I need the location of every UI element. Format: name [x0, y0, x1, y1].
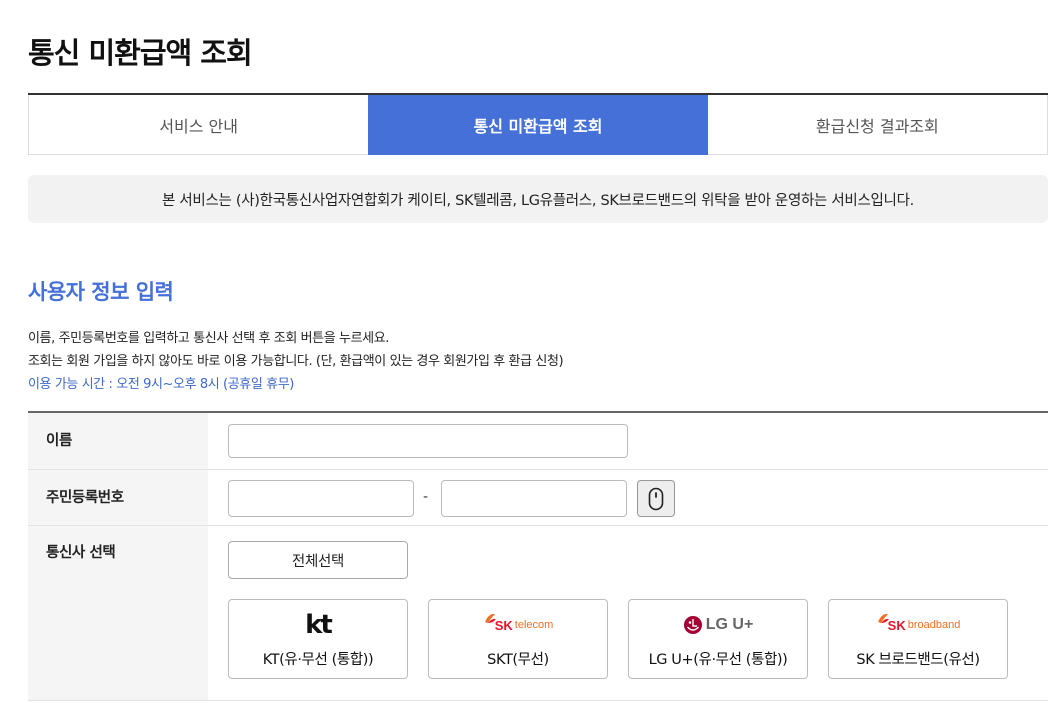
service-hours: 이용 가능 시간 : 오전 9시~오후 8시 (공휴일 휴무): [28, 377, 294, 392]
rrn-second-input[interactable]: [441, 480, 627, 517]
carrier-option-skt[interactable]: SK telecom SKT(무선): [428, 599, 608, 679]
carrier-label-kt: KT(유·무선 (통합)): [262, 652, 374, 668]
section-title: 사용자 정보 입력: [28, 280, 174, 304]
skb-logo-main: SK: [887, 617, 906, 633]
rrn-label: 주민등록번호: [28, 470, 208, 525]
mouse-icon: [648, 487, 664, 510]
select-all-button[interactable]: 전체선택: [228, 541, 408, 579]
carrier-label-skt: SKT(무선): [487, 652, 549, 668]
carrier-row: 통신사 선택 전체선택 kt KT(유·무선 (통합)) SK telecom: [28, 526, 1048, 701]
lgu-logo-text: LG U+: [705, 616, 754, 633]
instruction-line-1: 이름, 주민등록번호를 입력하고 통신사 선택 후 조회 버튼을 누르세요.: [28, 331, 390, 346]
skt-logo: SK telecom: [429, 608, 607, 642]
name-input[interactable]: [228, 424, 628, 458]
user-info-form: 이름 주민등록번호 - 통신사 선택 전체선택 kt KT(유·무선 (통합))…: [28, 411, 1048, 701]
carrier-label-skb: SK 브로드밴드(유선): [856, 652, 980, 668]
secure-keyboard-button[interactable]: [637, 480, 675, 517]
instruction-line-2: 조회는 회원 가입을 하지 않아도 바로 이용 가능합니다. (단, 환급액이 …: [28, 354, 564, 369]
tab-service-info[interactable]: 서비스 안내: [28, 95, 369, 155]
instructions: 이름, 주민등록번호를 입력하고 통신사 선택 후 조회 버튼을 누르세요. 조…: [28, 327, 564, 396]
name-label: 이름: [28, 413, 208, 469]
rrn-first-input[interactable]: [228, 480, 414, 517]
kt-logo-text: kt: [305, 610, 333, 640]
carrier-option-lgu[interactable]: LG U+ LG U+(유·무선 (통합)): [628, 599, 808, 679]
skb-logo: SK broadband: [829, 608, 1007, 642]
tab-refund-result[interactable]: 환급신청 결과조회: [707, 95, 1048, 155]
skt-logo-main: SK: [494, 617, 513, 633]
skb-logo-sub: broadband: [907, 619, 961, 631]
tab-unrefunded-lookup[interactable]: 통신 미환급액 조회: [368, 95, 708, 155]
lg-face-icon: [683, 616, 702, 634]
carrier-label-lgu: LG U+(유·무선 (통합)): [648, 652, 788, 668]
carrier-option-kt[interactable]: kt KT(유·무선 (통합)): [228, 599, 408, 679]
rrn-row: 주민등록번호 -: [28, 470, 1048, 526]
skt-logo-sub: telecom: [514, 619, 554, 631]
tab-bar: 서비스 안내 통신 미환급액 조회 환급신청 결과조회: [28, 93, 1048, 155]
name-row: 이름: [28, 413, 1048, 470]
rrn-dash: -: [423, 489, 429, 505]
page-title: 통신 미환급액 조회: [28, 36, 253, 70]
carrier-label: 통신사 선택: [28, 526, 208, 700]
kt-logo: kt: [229, 608, 407, 642]
service-notice: 본 서비스는 (사)한국통신사업자연합회가 케이티, SK텔레콤, LG유플러스…: [28, 175, 1048, 223]
lgu-logo: LG U+: [629, 608, 807, 642]
carrier-option-skb[interactable]: SK broadband SK 브로드밴드(유선): [828, 599, 1008, 679]
